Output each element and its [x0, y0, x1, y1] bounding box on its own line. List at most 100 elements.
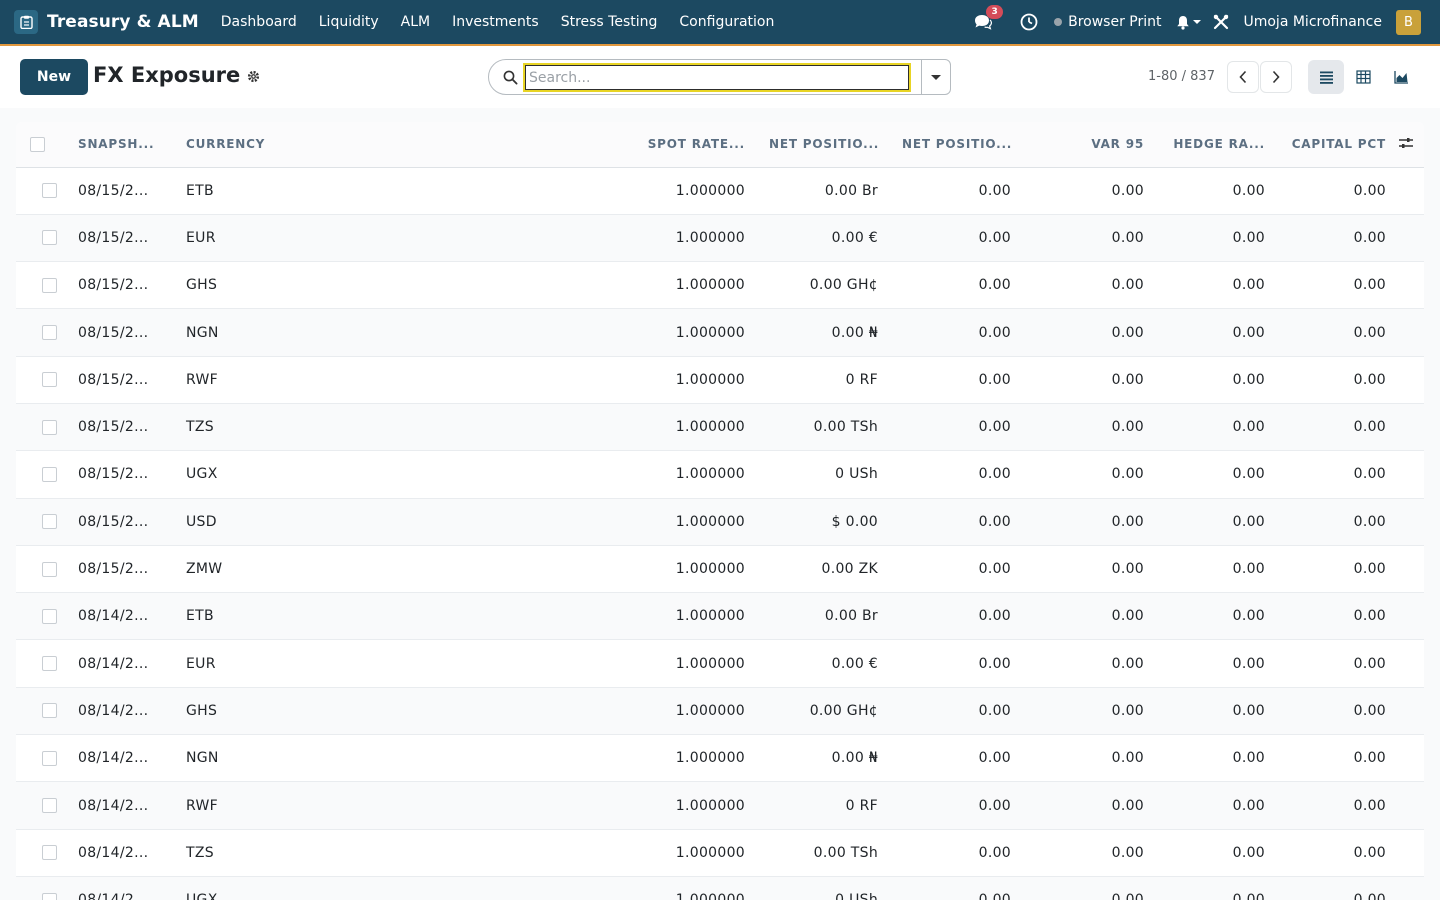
row-checkbox[interactable]: [42, 750, 57, 766]
search-icon: [503, 70, 518, 85]
snapshot-cell: 08/14/2...: [66, 876, 174, 900]
row-checkbox[interactable]: [42, 372, 57, 388]
app-icon[interactable]: [14, 10, 38, 34]
table-row[interactable]: 08/14/2... GHS 1.000000 0.00 GH¢ 0.00 0.00 0.0…: [16, 687, 1424, 735]
table-row[interactable]: 08/15/2... EUR 1.000000 0.00 € 0.00 0.00 0.00 0…: [16, 214, 1424, 262]
currency-cell: GHS: [186, 702, 218, 719]
column-header-spot-rate[interactable]: SPOT RATE...: [624, 122, 757, 167]
bell-icon: [1177, 15, 1190, 30]
user-avatar[interactable]: B: [1396, 9, 1421, 35]
table-row[interactable]: 08/15/2... UGX 1.000000 0 USh 0.00 0.00 0.00 0.…: [16, 451, 1424, 499]
row-checkbox[interactable]: [42, 656, 57, 672]
table-row[interactable]: 08/14/2... TZS 1.000000 0.00 TSh 0.00 0.00 0.0…: [16, 829, 1424, 877]
var-95-cell: 0.00: [1111, 324, 1144, 341]
row-checkbox[interactable]: [42, 892, 57, 900]
column-header-currency[interactable]: CURRENCY: [174, 122, 624, 167]
net-position-cell: 0 USh: [757, 876, 890, 900]
row-checkbox[interactable]: [42, 277, 57, 293]
table-row[interactable]: 08/14/2... RWF 1.000000 0 RF 0.00 0.00 0.00 0.0…: [16, 781, 1424, 830]
search-options-toggle[interactable]: [921, 59, 951, 95]
row-select-cell[interactable]: [16, 545, 66, 592]
menu-alm[interactable]: ALM: [390, 0, 441, 44]
row-checkbox[interactable]: [42, 466, 57, 482]
select-all-cell[interactable]: [16, 122, 66, 167]
table-row[interactable]: 08/14/2...UGX1.0000000 USh0.000.000.000.…: [16, 876, 1424, 900]
pager-next-button[interactable]: [1260, 61, 1292, 93]
row-select-cell[interactable]: [16, 593, 66, 640]
net-position-cell: 0.00 ₦: [831, 324, 878, 341]
table-row[interactable]: 08/15/2... GHS 1.000000 0.00 GH¢ 0.00 0.00 0.0…: [16, 262, 1424, 309]
column-header-var-95[interactable]: VAR 95: [1023, 122, 1156, 167]
optional-columns-cell[interactable]: [1398, 122, 1424, 167]
pivot-view-button[interactable]: [1345, 60, 1381, 94]
menu-liquidity[interactable]: Liquidity: [308, 0, 390, 44]
graph-view-button[interactable]: [1383, 60, 1419, 94]
menu-investments[interactable]: Investments: [441, 0, 550, 44]
row-checkbox[interactable]: [42, 514, 57, 530]
table-row[interactable]: 08/15/2... TZS 1.000000 0.00 TSh 0.00 0.00 0.0…: [16, 403, 1424, 451]
list-view-button[interactable]: [1308, 60, 1344, 94]
column-settings-icon[interactable]: [1398, 136, 1414, 150]
row-select-cell[interactable]: [16, 262, 66, 309]
table-row[interactable]: 08/15/2... ZMW 1.000000 0.00 ZK 0.00 0.00 0.00…: [16, 545, 1424, 593]
browser-print-toggle[interactable]: Browser Print: [1054, 14, 1161, 30]
app-brand[interactable]: Treasury & ALM: [47, 12, 199, 32]
menu-configuration[interactable]: Configuration: [668, 0, 785, 44]
row-checkbox[interactable]: [42, 703, 57, 719]
table-row[interactable]: 08/15/2... NGN 1.000000 0.00 ₦ 0.00 0.00 0.00 0…: [16, 308, 1424, 357]
row-checkbox[interactable]: [42, 230, 57, 246]
row-select-cell[interactable]: [16, 309, 66, 356]
row-checkbox[interactable]: [42, 798, 57, 813]
menu-dashboard[interactable]: Dashboard: [210, 0, 308, 44]
notifications-button[interactable]: [1176, 15, 1202, 30]
snapshot-cell: 08/15/2...: [78, 561, 149, 578]
row-select-cell[interactable]: [16, 214, 66, 261]
table-row[interactable]: 08/14/2... EUR 1.000000 0.00 € 0.00 0.00 0.00 0…: [16, 640, 1424, 688]
row-checkbox[interactable]: [42, 845, 57, 861]
activity-clock-icon[interactable]: [1020, 13, 1038, 31]
row-select-cell[interactable]: [16, 451, 66, 498]
search-input[interactable]: [523, 63, 911, 92]
gear-icon[interactable]: [247, 70, 260, 83]
row-select-cell[interactable]: [16, 876, 66, 900]
currency-cell: TZS: [186, 844, 214, 861]
new-button[interactable]: New: [20, 59, 88, 95]
table-row[interactable]: 08/15/2... USD 1.000000 $ 0.00 0.00 0.00 0.00 0…: [16, 498, 1424, 546]
row-select-cell[interactable]: [16, 782, 66, 829]
column-header-hedge-ratio[interactable]: HEDGE RA...: [1156, 122, 1277, 167]
column-header-net-position-2[interactable]: NET POSITIO...: [890, 122, 1023, 167]
row-select-cell[interactable]: [16, 403, 66, 450]
column-header-snapshot[interactable]: SNAPSH...: [66, 122, 174, 167]
currency-cell: UGX: [174, 876, 624, 900]
snapshot-cell: 08/14/2...: [78, 750, 149, 767]
company-switcher[interactable]: Umoja Microfinance: [1243, 14, 1382, 30]
row-select-cell[interactable]: [16, 687, 66, 734]
snapshot-cell: 08/15/2...: [78, 419, 149, 436]
row-checkbox[interactable]: [42, 325, 57, 341]
table-row[interactable]: 08/15/2... ETB 1.000000 0.00 Br 0.00 0.00 0.00…: [16, 167, 1424, 215]
messages-button[interactable]: 3: [974, 5, 1004, 32]
row-checkbox[interactable]: [42, 419, 57, 435]
column-header-net-position[interactable]: NET POSITIO...: [757, 122, 890, 167]
select-all-checkbox[interactable]: [30, 136, 45, 152]
column-header-capital-pct[interactable]: CAPITAL PCT: [1277, 122, 1398, 167]
row-select-cell[interactable]: [16, 167, 66, 214]
row-select-cell[interactable]: [16, 498, 66, 545]
table-row[interactable]: 08/14/2... NGN 1.000000 0.00 ₦ 0.00 0.00 0.00 0…: [16, 735, 1424, 782]
row-select-cell[interactable]: [16, 356, 66, 403]
table-row[interactable]: 08/15/2... RWF 1.000000 0 RF 0.00 0.00 0.00 0.0…: [16, 356, 1424, 404]
pager-value[interactable]: 1-80 / 837: [1148, 69, 1215, 84]
row-spacer-cell: [1398, 545, 1424, 592]
row-checkbox[interactable]: [42, 561, 57, 577]
pager-previous-button[interactable]: [1227, 61, 1259, 93]
table-body: 08/15/2... ETB 1.000000 0.00 Br 0.00 0.00 0.00…: [16, 167, 1424, 900]
debug-tools-icon[interactable]: [1213, 14, 1229, 30]
menu-stress-testing[interactable]: Stress Testing: [550, 0, 669, 44]
row-select-cell[interactable]: [16, 640, 66, 687]
net-position-2-cell: 0.00: [978, 702, 1011, 719]
table-row[interactable]: 08/14/2... ETB 1.000000 0.00 Br 0.00 0.00 0.00…: [16, 592, 1424, 640]
row-select-cell[interactable]: [16, 735, 66, 782]
row-checkbox[interactable]: [42, 608, 57, 624]
row-select-cell[interactable]: [16, 829, 66, 876]
row-checkbox[interactable]: [42, 183, 57, 199]
